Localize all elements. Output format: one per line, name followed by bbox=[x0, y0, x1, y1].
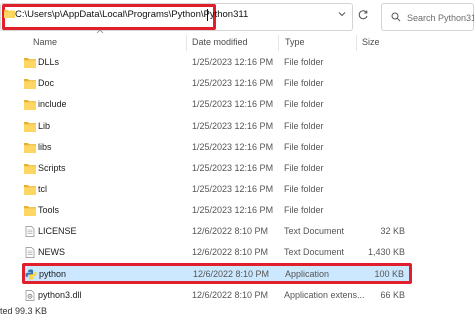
file-type: File folder bbox=[284, 142, 324, 152]
file-type: Text Document bbox=[284, 247, 345, 257]
list-item[interactable]: NEWS 12/6/2022 8:10 PM Text Document 1,4… bbox=[22, 243, 412, 262]
file-date: 1/25/2023 12:16 PM bbox=[192, 121, 274, 131]
file-type: File folder bbox=[284, 78, 324, 88]
column-size[interactable]: Size bbox=[362, 37, 380, 47]
file-type: File folder bbox=[284, 205, 324, 215]
list-item[interactable]: Lib 1/25/2023 12:16 PM File folder bbox=[22, 117, 412, 136]
file-name: Tools bbox=[38, 205, 60, 215]
file-type: File folder bbox=[284, 184, 324, 194]
file-name: Scripts bbox=[38, 163, 66, 173]
file-date: 1/25/2023 12:16 PM bbox=[192, 142, 274, 152]
file-name: python3.dll bbox=[38, 290, 82, 300]
file-name: libs bbox=[38, 142, 52, 152]
file-name: LICENSE bbox=[38, 226, 77, 236]
list-item[interactable]: libs 1/25/2023 12:16 PM File folder bbox=[22, 138, 412, 157]
list-item-selected[interactable]: python 12/6/2022 8:10 PM Application 100… bbox=[22, 263, 412, 284]
file-name: NEWS bbox=[38, 247, 65, 257]
text-file-icon bbox=[24, 226, 36, 237]
list-item[interactable]: include 1/25/2023 12:16 PM File folder bbox=[22, 95, 412, 114]
file-date: 1/25/2023 12:16 PM bbox=[192, 99, 274, 109]
file-date: 1/25/2023 12:16 PM bbox=[192, 184, 274, 194]
file-name: python bbox=[39, 269, 67, 279]
search-icon bbox=[391, 12, 401, 22]
folder-icon bbox=[4, 9, 15, 18]
column-date-modified[interactable]: Date modified bbox=[192, 37, 248, 47]
column-name[interactable]: Name bbox=[33, 37, 57, 47]
address-path[interactable]: C:\Users\p\AppData\Local\Programs\Python… bbox=[15, 9, 248, 20]
text-file-icon bbox=[24, 247, 36, 258]
folder-icon bbox=[24, 57, 36, 68]
folder-icon bbox=[24, 78, 36, 89]
column-divider[interactable] bbox=[278, 35, 279, 51]
file-size: 32 KB bbox=[380, 226, 405, 236]
file-date: 1/25/2023 12:16 PM bbox=[192, 57, 274, 67]
column-header: Name Date modified Type Size bbox=[0, 35, 474, 51]
list-item[interactable]: python3.dll 12/6/2022 8:10 PM Applicatio… bbox=[22, 286, 412, 305]
column-type[interactable]: Type bbox=[285, 37, 305, 47]
file-size: 66 KB bbox=[380, 290, 405, 300]
folder-icon bbox=[24, 99, 36, 110]
file-size: 100 KB bbox=[374, 269, 404, 279]
file-type: Application extens... bbox=[284, 290, 365, 300]
file-type: Text Document bbox=[284, 226, 345, 236]
list-item[interactable]: LICENSE 12/6/2022 8:10 PM Text Document … bbox=[22, 222, 412, 241]
file-name: tcl bbox=[38, 184, 47, 194]
file-size: 1,430 KB bbox=[367, 247, 405, 257]
refresh-icon[interactable] bbox=[357, 9, 369, 21]
list-item[interactable]: DLLs 1/25/2023 12:16 PM File folder bbox=[22, 53, 412, 72]
search-placeholder: Search Python311 bbox=[407, 13, 474, 23]
list-item[interactable]: Tools 1/25/2023 12:16 PM File folder bbox=[22, 201, 412, 220]
file-type: File folder bbox=[284, 57, 324, 67]
file-type: Application bbox=[285, 269, 330, 279]
file-date: 12/6/2022 8:10 PM bbox=[192, 290, 269, 300]
status-bar: ted 99.3 KB bbox=[0, 306, 48, 316]
list-item[interactable]: Scripts 1/25/2023 12:16 PM File folder bbox=[22, 159, 412, 178]
text-caret bbox=[207, 9, 208, 21]
file-type: File folder bbox=[284, 121, 324, 131]
file-name: include bbox=[38, 99, 67, 109]
list-item[interactable]: tcl 1/25/2023 12:16 PM File folder bbox=[22, 180, 412, 199]
file-type: File folder bbox=[284, 99, 324, 109]
file-date: 12/6/2022 8:10 PM bbox=[192, 247, 269, 257]
file-date: 1/25/2023 12:16 PM bbox=[192, 205, 274, 215]
folder-icon bbox=[24, 205, 36, 216]
file-date: 12/6/2022 8:10 PM bbox=[192, 226, 269, 236]
folder-icon bbox=[24, 121, 36, 132]
dll-file-icon bbox=[24, 290, 36, 301]
chevron-down-icon[interactable] bbox=[337, 9, 347, 19]
column-divider[interactable] bbox=[186, 35, 187, 51]
file-type: File folder bbox=[284, 163, 324, 173]
list-item[interactable]: Doc 1/25/2023 12:16 PM File folder bbox=[22, 74, 412, 93]
file-date: 12/6/2022 8:10 PM bbox=[193, 269, 270, 279]
folder-icon bbox=[24, 163, 36, 174]
folder-icon bbox=[24, 142, 36, 153]
python-app-icon bbox=[25, 269, 37, 280]
folder-icon bbox=[24, 184, 36, 195]
file-name: Lib bbox=[38, 121, 51, 131]
file-date: 1/25/2023 12:16 PM bbox=[192, 78, 274, 88]
file-date: 1/25/2023 12:16 PM bbox=[192, 163, 274, 173]
search-box[interactable]: Search Python311 bbox=[381, 3, 474, 31]
column-divider[interactable] bbox=[356, 35, 357, 51]
file-name: Doc bbox=[38, 78, 55, 88]
file-name: DLLs bbox=[38, 57, 60, 67]
sort-up-icon bbox=[96, 29, 104, 34]
